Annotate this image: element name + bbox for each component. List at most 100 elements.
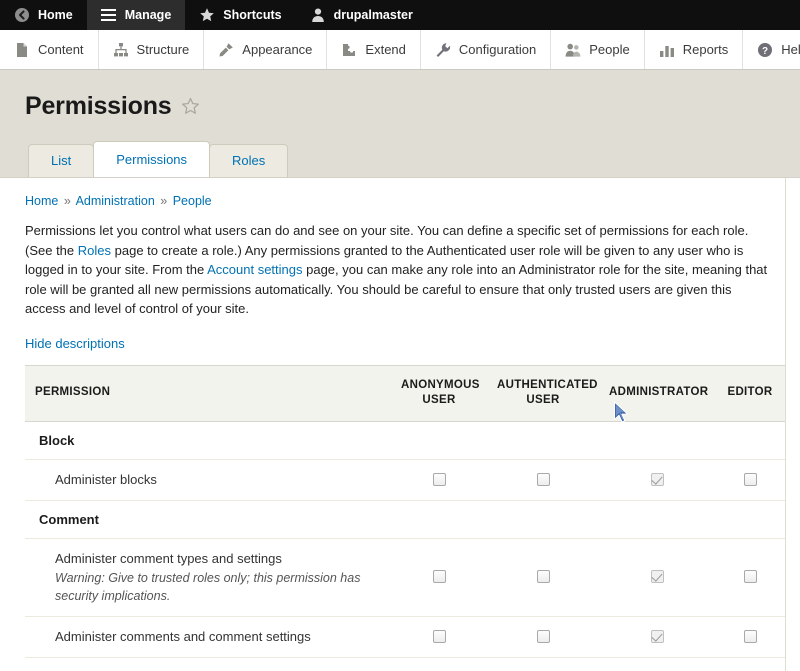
toolbar-item-label: drupalmaster (333, 8, 413, 22)
permissions-table: PERMISSION ANONYMOUS USER AUTHENTICATED … (25, 364, 785, 671)
permission-section-header: Block (25, 421, 785, 460)
permission-name-cell: Edit own comments (25, 657, 391, 671)
column-header-anonymous-user: ANONYMOUS USER (391, 364, 487, 422)
tab-roles[interactable]: Roles (209, 144, 289, 177)
column-header-permission: PERMISSION (25, 364, 391, 422)
page-tabs: List Permissions Roles (0, 141, 800, 177)
menu-item-label: Configuration (458, 42, 537, 57)
permission-checkbox[interactable] (743, 472, 757, 486)
breadcrumb-link-home[interactable]: Home (25, 194, 58, 208)
table-row: Administer comment types and settings War… (25, 538, 785, 617)
permission-checkbox-cell (487, 657, 599, 671)
permissions-table-body: Block Administer blocks Comment Administer … (25, 421, 785, 671)
main-content: Home » Administration » People Permissio… (0, 178, 800, 671)
breadcrumb-link-people[interactable]: People (173, 194, 212, 208)
permission-checkbox-cell (391, 657, 487, 671)
permission-label: Administer blocks (55, 471, 157, 487)
permission-checkbox-cell (487, 459, 599, 501)
menu-item-label: Extend (365, 42, 406, 57)
menu-item-people[interactable]: People (551, 30, 645, 69)
table-row: Edit own comments (25, 657, 785, 671)
menu-item-extend[interactable]: Extend (327, 30, 421, 69)
document-icon (17, 42, 27, 57)
page-title: Permissions (25, 92, 172, 120)
menu-item-label: Structure (136, 42, 190, 57)
menu-item-appearance[interactable]: Appearance (204, 30, 328, 69)
menu-item-configuration[interactable]: Configuration (421, 30, 552, 69)
toolbar-item-user-account[interactable]: drupalmaster (296, 0, 427, 30)
menu-item-help[interactable]: ? Help (743, 30, 800, 69)
favorite-star-icon[interactable] (181, 97, 200, 116)
permission-checkbox-cell (599, 538, 715, 617)
permission-checkbox-cell (715, 657, 785, 671)
menu-item-label: Appearance (242, 42, 313, 57)
breadcrumb-separator: » (160, 194, 168, 208)
tab-label: List (51, 153, 72, 168)
column-header-editor: EDITOR (715, 364, 785, 422)
hamburger-icon (101, 7, 117, 23)
toolbar-item-manage[interactable]: Manage (86, 0, 186, 30)
roles-link[interactable]: Roles (78, 243, 111, 258)
permission-checkbox[interactable] (743, 629, 757, 643)
table-row: Administer comments and comment settings (25, 616, 785, 658)
breadcrumb: Home » Administration » People (25, 194, 775, 208)
paintbrush-icon (219, 42, 234, 56)
menu-item-label: Help (781, 42, 800, 57)
menu-item-reports[interactable]: Reports (645, 30, 744, 69)
question-mark-icon: ? (758, 42, 773, 57)
table-row: Administer blocks (25, 459, 785, 501)
table-header-row: PERMISSION ANONYMOUS USER AUTHENTICATED … (25, 364, 785, 422)
breadcrumb-separator: » (63, 194, 71, 208)
intro-paragraph: Permissions let you control what users c… (25, 221, 775, 319)
menu-item-label: People (589, 42, 630, 57)
permission-name-cell: Administer blocks (25, 459, 391, 501)
page-right-edge (785, 178, 800, 671)
tab-list[interactable]: List (28, 144, 95, 177)
permission-name-cell: Administer comments and comment settings (25, 616, 391, 658)
tab-permissions[interactable]: Permissions (93, 141, 211, 177)
permission-checkbox[interactable] (432, 629, 446, 643)
permission-checkbox[interactable] (432, 472, 446, 486)
permission-label: Administer comment types and settings (55, 550, 282, 566)
permission-checkbox-cell (487, 538, 599, 617)
permission-checkbox[interactable] (536, 472, 550, 486)
puzzle-icon (343, 43, 356, 56)
permission-checkbox[interactable] (743, 570, 757, 584)
permission-name-cell: Administer comment types and settings War… (25, 538, 391, 617)
page-title-row: Permissions (25, 92, 775, 121)
breadcrumb-link-administration[interactable]: Administration (76, 194, 155, 208)
column-header-administrator: ADMINISTRATOR (599, 364, 715, 422)
permission-checkbox-cell (391, 459, 487, 501)
user-icon (310, 7, 326, 23)
svg-text:?: ? (762, 45, 768, 56)
sitemap-icon (113, 42, 128, 56)
toolbar-item-home[interactable]: Home (0, 0, 87, 30)
star-icon (199, 7, 215, 23)
permission-checkbox[interactable] (536, 629, 550, 643)
permission-checkbox-cell (599, 459, 715, 501)
permission-checkbox-cell (599, 657, 715, 671)
toolbar-item-label: Home (38, 8, 73, 22)
section-title: Comment (25, 500, 785, 539)
permission-checkbox-cell (599, 616, 715, 658)
account-settings-link[interactable]: Account settings (207, 262, 302, 277)
page-header-band: Permissions List Permissions Roles (0, 70, 800, 178)
permission-checkbox-cell (715, 538, 785, 617)
menu-item-content[interactable]: Content (0, 30, 99, 69)
admin-toolbar: Home Manage Shortcuts drupalmaster (0, 0, 800, 30)
column-header-authenticated-user: AUTHENTICATED USER (487, 364, 599, 422)
toolbar-item-label: Shortcuts (223, 8, 282, 22)
hide-descriptions-link[interactable]: Hide descriptions (25, 336, 125, 351)
toolbar-item-shortcuts[interactable]: Shortcuts (185, 0, 295, 30)
admin-menu-bar: Content Structure Appearance Extend Conf… (0, 30, 800, 70)
home-back-icon (14, 7, 30, 23)
tab-label: Permissions (116, 152, 188, 167)
wrench-icon (436, 42, 451, 57)
permission-checkbox[interactable] (432, 570, 446, 584)
toolbar-item-label: Manage (124, 8, 172, 22)
permission-checkbox-cell (715, 616, 785, 658)
permissions-table-head: PERMISSION ANONYMOUS USER AUTHENTICATED … (25, 364, 785, 422)
menu-item-structure[interactable]: Structure (99, 30, 205, 69)
permission-checkbox-cell (391, 616, 487, 658)
permission-checkbox[interactable] (536, 570, 550, 584)
